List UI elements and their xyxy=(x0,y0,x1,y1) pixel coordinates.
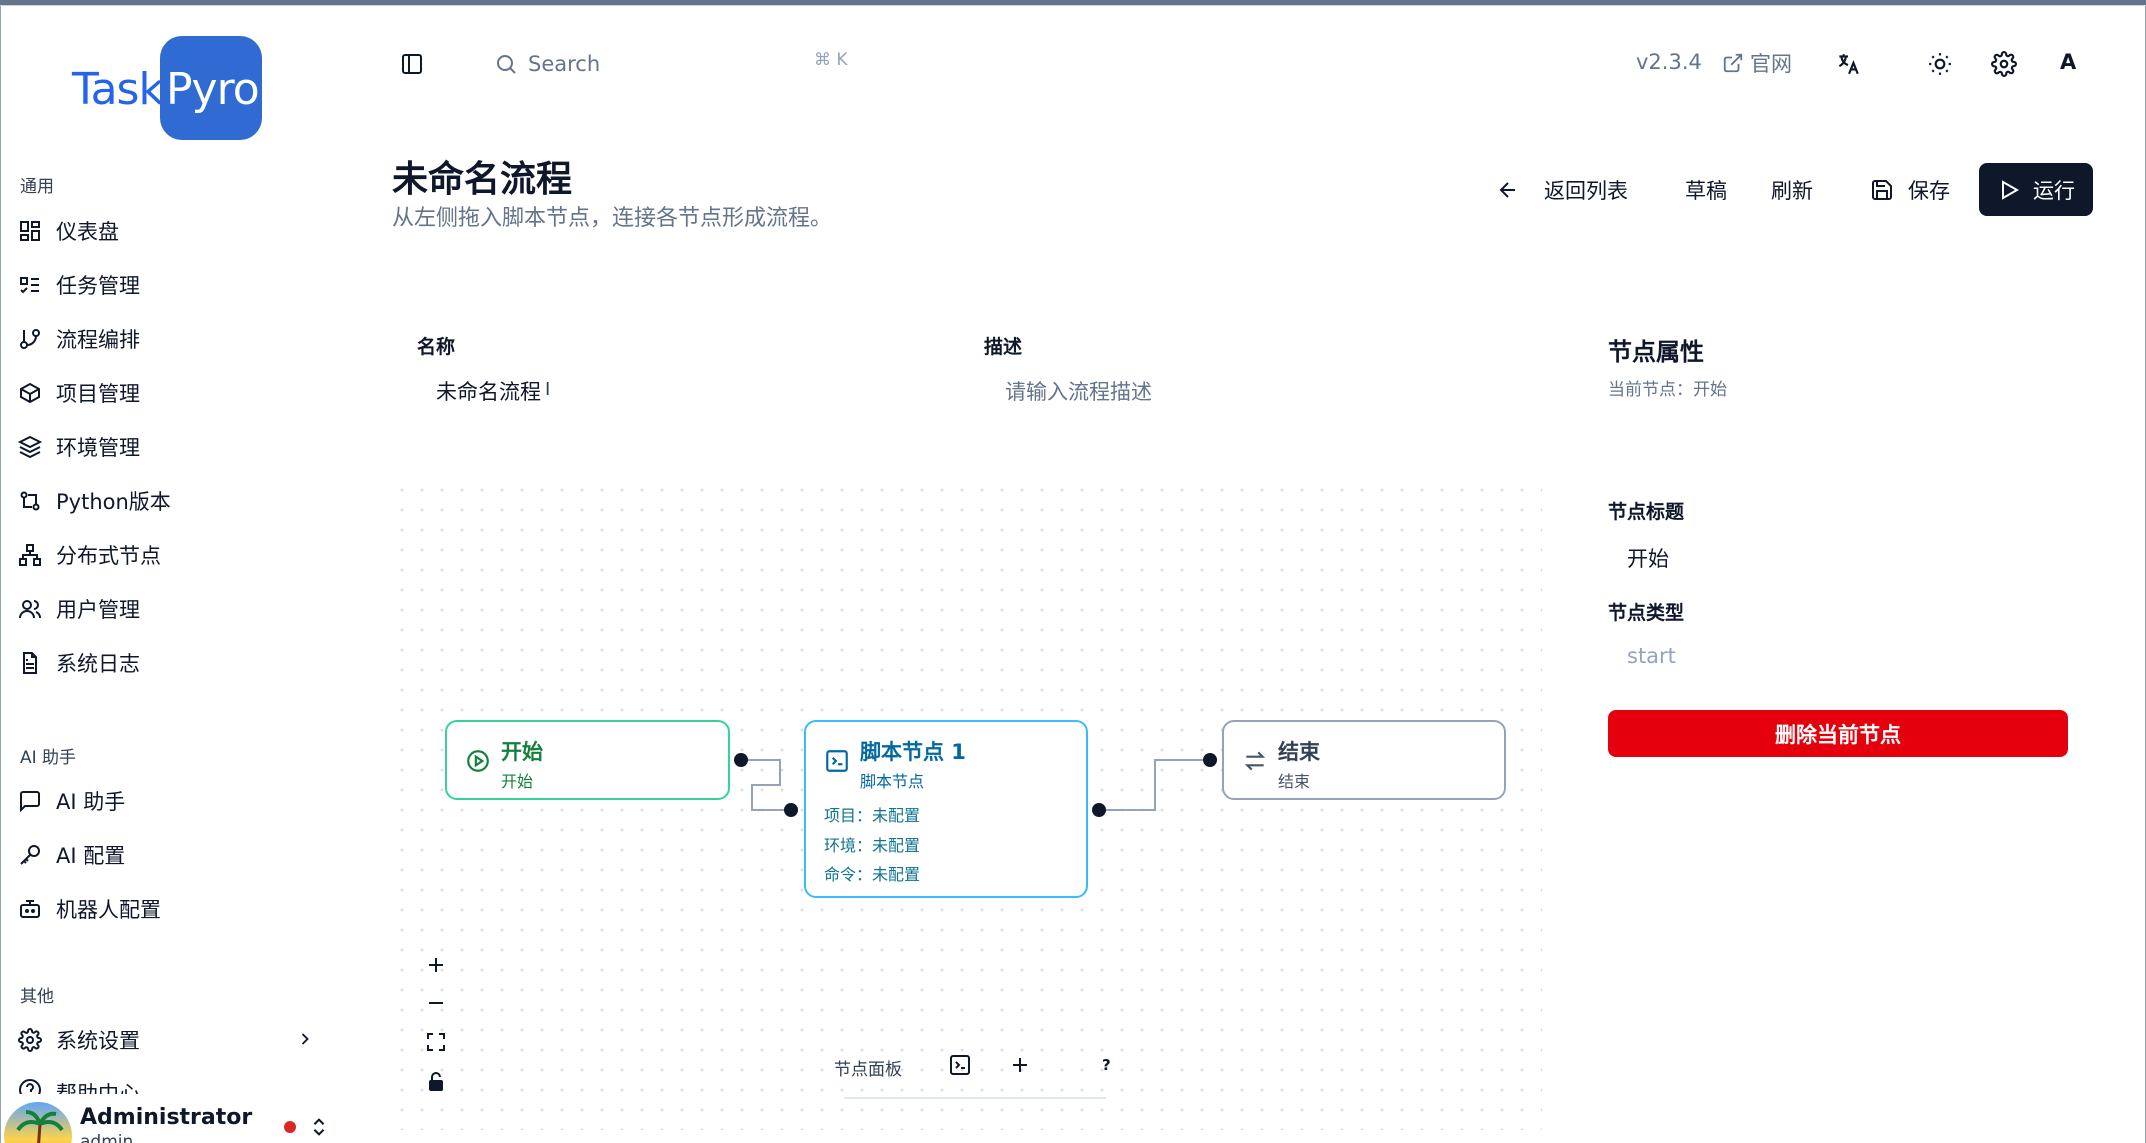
node-type-label: 节点类型 xyxy=(1608,602,1685,624)
node-properties-title: 节点属性 xyxy=(1608,338,1704,366)
panel-divider xyxy=(844,1097,1106,1099)
node-subtitle: 结束 xyxy=(1278,772,1311,791)
node-project-meta: 项目：未配置 xyxy=(824,806,921,825)
flow-node-start[interactable]: 开始 开始 xyxy=(445,720,730,800)
node-title-label: 节点标题 xyxy=(1608,501,1685,523)
lock-button[interactable] xyxy=(422,1068,450,1096)
script-input-handle[interactable] xyxy=(784,803,798,817)
terminal-icon xyxy=(950,1055,970,1075)
node-subtitle: 开始 xyxy=(501,772,534,791)
fit-view-button[interactable] xyxy=(422,1028,450,1056)
play-circle-icon xyxy=(465,748,491,774)
plus-icon xyxy=(1013,1058,1027,1072)
zoom-out-button[interactable] xyxy=(422,989,450,1017)
node-title: 开始 xyxy=(501,740,543,764)
node-command-meta: 命令：未配置 xyxy=(824,865,921,884)
script-output-handle[interactable] xyxy=(1092,803,1106,817)
edge-start-to-script xyxy=(741,759,1210,811)
node-panel-label: 节点面板 xyxy=(834,1060,902,1080)
node-title: 脚本节点 1 xyxy=(860,740,966,764)
unlock-icon xyxy=(429,1072,443,1091)
node-subtitle: 脚本节点 xyxy=(860,772,925,791)
add-script-node-button[interactable] xyxy=(946,1051,974,1079)
delete-node-button[interactable]: 删除当前节点 xyxy=(1608,710,2068,757)
maximize-icon xyxy=(427,1033,445,1051)
node-env-meta: 环境：未配置 xyxy=(824,836,921,855)
plus-icon xyxy=(429,958,443,972)
flow-node-script[interactable]: 脚本节点 1 脚本节点 项目：未配置 环境：未配置 命令：未配置 xyxy=(804,720,1088,898)
end-input-handle[interactable] xyxy=(1203,753,1217,767)
node-title: 结束 xyxy=(1278,740,1320,764)
current-node-label: 当前节点：开始 xyxy=(1608,380,1727,400)
terminal-icon xyxy=(824,748,850,774)
minus-icon xyxy=(429,1002,443,1004)
arrows-exchange-icon xyxy=(1242,748,1268,774)
node-title-field[interactable]: 开始 xyxy=(1627,543,1669,573)
start-output-handle[interactable] xyxy=(734,753,748,767)
node-type-field: start xyxy=(1627,644,1676,668)
zoom-in-button[interactable] xyxy=(422,951,450,979)
add-node-button[interactable] xyxy=(1006,1051,1034,1079)
flow-node-end[interactable]: 结束 结束 xyxy=(1222,720,1506,800)
help-icon[interactable]: ? xyxy=(1102,1056,1111,1074)
